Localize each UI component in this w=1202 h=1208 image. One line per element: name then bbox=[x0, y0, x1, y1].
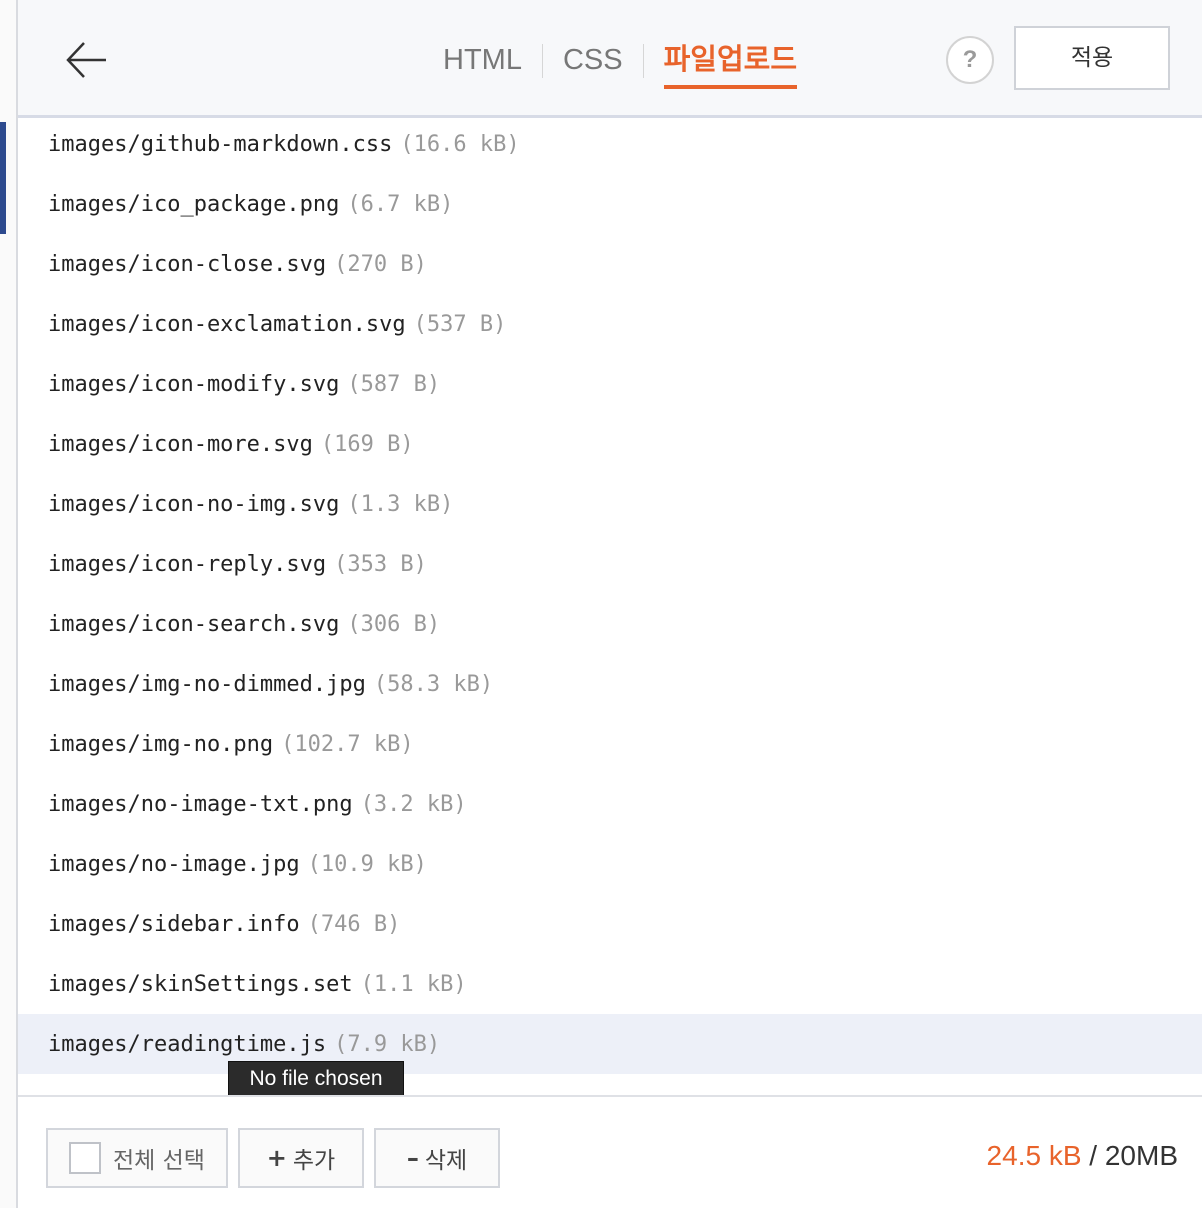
add-label: 추가 bbox=[292, 1148, 336, 1174]
file-row[interactable]: images/img-no.png (102.7 kB) bbox=[18, 714, 1202, 774]
file-name: images/no-image.jpg bbox=[48, 851, 300, 877]
file-input-tooltip: No file chosen bbox=[228, 1061, 404, 1097]
file-name: images/icon-modify.svg bbox=[48, 371, 340, 397]
file-name: images/skinSettings.set bbox=[48, 971, 353, 997]
storage-used: 24.5 kB bbox=[986, 1140, 1082, 1171]
file-row[interactable]: images/no-image-txt.png (3.2 kB) bbox=[18, 774, 1202, 834]
file-size: (1.3 kB) bbox=[347, 491, 454, 517]
file-size: (746 B) bbox=[307, 911, 401, 937]
file-name: images/img-no-dimmed.jpg bbox=[48, 671, 366, 697]
footer-divider bbox=[18, 1095, 1202, 1097]
file-name: images/icon-search.svg bbox=[48, 611, 340, 637]
file-row[interactable]: images/github-markdown.css (16.6 kB) bbox=[18, 114, 1202, 174]
file-size: (353 B) bbox=[334, 551, 427, 577]
file-size: (537 B) bbox=[413, 311, 507, 337]
file-row[interactable]: images/icon-search.svg (306 B) bbox=[18, 594, 1202, 654]
apply-button[interactable]: 적용 bbox=[1014, 26, 1170, 90]
editor-tabs: HTML CSS 파일업로드 bbox=[423, 40, 797, 90]
file-name: images/icon-reply.svg bbox=[48, 551, 327, 577]
file-name: images/img-no.png bbox=[48, 731, 274, 757]
file-row[interactable]: images/readingtime.js (7.9 kB) bbox=[18, 1014, 1202, 1074]
tab-file-upload[interactable]: 파일업로드 bbox=[663, 40, 797, 89]
file-row[interactable]: images/no-image.jpg (10.9 kB) bbox=[18, 834, 1202, 894]
storage-separator: / bbox=[1089, 1140, 1098, 1171]
file-row[interactable]: images/icon-exclamation.svg (537 B) bbox=[18, 294, 1202, 354]
file-name: images/readingtime.js bbox=[48, 1031, 327, 1057]
background-nav-highlight bbox=[0, 122, 6, 234]
help-icon[interactable]: ? bbox=[946, 36, 994, 84]
file-row[interactable]: images/ico_package.png (6.7 kB) bbox=[18, 174, 1202, 234]
file-name: images/github-markdown.css bbox=[48, 131, 393, 157]
file-name: images/no-image-txt.png bbox=[48, 791, 353, 817]
file-name: images/icon-more.svg bbox=[48, 431, 313, 457]
file-size: (3.2 kB) bbox=[360, 791, 467, 817]
file-row[interactable]: images/icon-no-img.svg (1.3 kB) bbox=[18, 474, 1202, 534]
file-row[interactable]: images/icon-modify.svg (587 B) bbox=[18, 354, 1202, 414]
tab-css[interactable]: CSS bbox=[543, 40, 643, 90]
file-size: (1.1 kB) bbox=[360, 971, 467, 997]
file-size: (587 B) bbox=[347, 371, 441, 397]
storage-usage: 24.5 kB / 20MB bbox=[987, 1140, 1178, 1172]
file-size: (10.9 kB) bbox=[307, 851, 427, 877]
select-all-label: 전체 선택 bbox=[113, 1148, 205, 1174]
file-size: (306 B) bbox=[347, 611, 441, 637]
file-row[interactable]: images/icon-reply.svg (353 B) bbox=[18, 534, 1202, 594]
file-size: (102.7 kB) bbox=[281, 731, 414, 757]
delete-label: 삭제 bbox=[424, 1148, 468, 1174]
tab-html[interactable]: HTML bbox=[423, 40, 542, 90]
file-row[interactable]: images/img-no-dimmed.jpg (58.3 kB) bbox=[18, 654, 1202, 714]
file-size: (169 B) bbox=[320, 431, 414, 457]
file-size: (16.6 kB) bbox=[400, 131, 520, 157]
file-name: images/icon-close.svg bbox=[48, 251, 327, 277]
file-size: (58.3 kB) bbox=[373, 671, 494, 697]
tab-divider bbox=[642, 44, 644, 78]
file-list: images/github-markdown.css (16.6 kB) image… bbox=[18, 114, 1202, 1074]
background-app-edge bbox=[0, 0, 18, 1208]
editor-header: HTML CSS 파일업로드 ? 적용 bbox=[18, 0, 1202, 118]
add-button[interactable]: + 추가 bbox=[238, 1128, 364, 1188]
file-name: images/icon-exclamation.svg bbox=[48, 311, 406, 337]
plus-icon: + bbox=[266, 1144, 287, 1172]
file-row[interactable]: images/skinSettings.set (1.1 kB) bbox=[18, 954, 1202, 1014]
file-name: images/icon-no-img.svg bbox=[48, 491, 340, 517]
file-row[interactable]: images/icon-close.svg (270 B) bbox=[18, 234, 1202, 294]
select-all-button[interactable]: 전체 선택 bbox=[46, 1128, 228, 1188]
file-size: (7.9 kB) bbox=[334, 1031, 441, 1057]
file-size: (270 B) bbox=[334, 251, 427, 277]
checkbox-icon[interactable] bbox=[69, 1142, 102, 1174]
minus-icon: – bbox=[406, 1144, 419, 1172]
file-name: images/sidebar.info bbox=[48, 911, 300, 937]
storage-limit: 20MB bbox=[1104, 1140, 1178, 1171]
file-name: images/ico_package.png bbox=[48, 191, 340, 217]
file-size: (6.7 kB) bbox=[347, 191, 454, 217]
back-arrow-icon[interactable] bbox=[62, 36, 110, 84]
delete-button[interactable]: – 삭제 bbox=[374, 1128, 500, 1188]
file-row[interactable]: images/icon-more.svg (169 B) bbox=[18, 414, 1202, 474]
file-row[interactable]: images/sidebar.info (746 B) bbox=[18, 894, 1202, 954]
